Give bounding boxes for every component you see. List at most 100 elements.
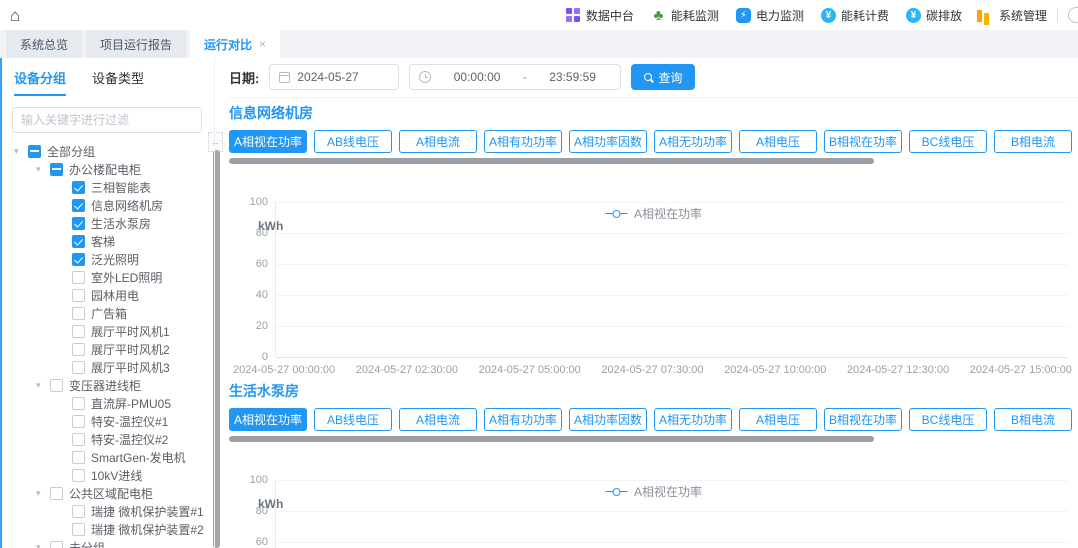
metric-button[interactable]: B相电流 xyxy=(994,408,1072,431)
tree-checkbox[interactable] xyxy=(50,541,63,548)
tree-checkbox[interactable] xyxy=(72,433,85,446)
calendar-icon xyxy=(279,72,290,83)
tree-filter-input[interactable] xyxy=(12,107,202,133)
tree-row[interactable]: 三相智能表 xyxy=(12,178,210,196)
tab-close-icon[interactable] xyxy=(259,37,266,51)
gridline xyxy=(276,326,1068,327)
expand-arrow-icon[interactable] xyxy=(36,542,50,548)
tree-checkbox[interactable] xyxy=(72,307,85,320)
metric-button[interactable]: A相视在功率 xyxy=(229,408,307,431)
metric-button[interactable]: A相电压 xyxy=(739,130,817,153)
metric-button[interactable]: A相功率因数 xyxy=(569,130,647,153)
tree-checkbox[interactable] xyxy=(72,199,85,212)
tree-row[interactable]: 未分组 xyxy=(12,538,210,548)
tree-row[interactable]: 10kV进线 xyxy=(12,466,210,484)
page-tab[interactable]: 项目运行报告 xyxy=(86,30,186,58)
expand-arrow-icon[interactable] xyxy=(36,488,50,499)
metric-button[interactable]: A相功率因数 xyxy=(569,408,647,431)
time-start-value[interactable]: 00:00:00 xyxy=(438,70,516,84)
tree-row[interactable]: 展厅平时风机2 xyxy=(12,340,210,358)
tree-checkbox[interactable] xyxy=(50,487,63,500)
tree-checkbox[interactable] xyxy=(28,145,41,158)
page-tab[interactable]: 系统总览 xyxy=(6,30,82,58)
tree-row[interactable]: 展厅平时风机1 xyxy=(12,322,210,340)
tree-row[interactable]: 信息网络机房 xyxy=(12,196,210,214)
tree-row[interactable]: 办公楼配电柜 xyxy=(12,160,210,178)
metric-button[interactable]: BC线电压 xyxy=(909,130,987,153)
metric-button[interactable]: A相电流 xyxy=(399,130,477,153)
horizontal-scrollbar-thumb[interactable] xyxy=(229,158,874,164)
sidebar-tab[interactable]: 设备类型 xyxy=(92,68,144,96)
tree-checkbox[interactable] xyxy=(72,469,85,482)
tree-row[interactable]: 瑞捷 微机保护装置#1 xyxy=(12,502,210,520)
tree-row[interactable]: 直流屏-PMU05 xyxy=(12,394,210,412)
expand-arrow-icon[interactable] xyxy=(36,164,50,175)
tree-row[interactable]: 泛光照明 xyxy=(12,250,210,268)
metric-button[interactable]: A相无功功率 xyxy=(654,408,732,431)
tree-checkbox[interactable] xyxy=(72,415,85,428)
tree-row[interactable]: 瑞捷 微机保护装置#2 xyxy=(12,520,210,538)
horizontal-scrollbar[interactable] xyxy=(229,158,1078,164)
top-menu-item[interactable]: 系统管理 xyxy=(979,7,1047,24)
user-avatar[interactable] xyxy=(1068,7,1078,23)
home-icon[interactable] xyxy=(10,7,20,24)
tree-node-label: 全部分组 xyxy=(47,143,95,160)
tree-checkbox[interactable] xyxy=(72,361,85,374)
top-menu-item[interactable]: 能耗监测 xyxy=(651,7,719,24)
tree-row[interactable]: 公共区域配电柜 xyxy=(12,484,210,502)
tree-row[interactable]: SmartGen-发电机 xyxy=(12,448,210,466)
metric-button[interactable]: A相电压 xyxy=(739,408,817,431)
tree-checkbox[interactable] xyxy=(72,217,85,230)
tree-row[interactable]: 展厅平时风机3 xyxy=(12,358,210,376)
expand-arrow-icon[interactable] xyxy=(14,146,28,157)
metric-button[interactable]: A相有功功率 xyxy=(484,408,562,431)
metric-button[interactable]: A相电流 xyxy=(399,408,477,431)
tree-checkbox[interactable] xyxy=(72,181,85,194)
tree-checkbox[interactable] xyxy=(50,163,63,176)
tree-row[interactable]: 客梯 xyxy=(12,232,210,250)
tree-checkbox[interactable] xyxy=(72,343,85,356)
tree-checkbox[interactable] xyxy=(72,253,85,266)
horizontal-scrollbar[interactable] xyxy=(229,436,1078,442)
tree-checkbox[interactable] xyxy=(72,235,85,248)
tree-checkbox[interactable] xyxy=(72,325,85,338)
top-menu-item[interactable]: 电力监测 xyxy=(736,7,804,24)
metric-button[interactable]: A相视在功率 xyxy=(229,130,307,153)
menu-item-icon xyxy=(979,8,994,23)
metric-button[interactable]: B相电流 xyxy=(994,130,1072,153)
metric-button[interactable]: B相视在功率 xyxy=(824,130,902,153)
page-tab[interactable]: 运行对比 xyxy=(190,30,280,58)
tree-row[interactable]: 变压器进线柜 xyxy=(12,376,210,394)
metric-button[interactable]: AB线电压 xyxy=(314,408,392,431)
y-tick-label: 20 xyxy=(230,320,268,332)
tree-checkbox[interactable] xyxy=(72,505,85,518)
tree-checkbox[interactable] xyxy=(50,379,63,392)
tree-checkbox[interactable] xyxy=(72,289,85,302)
tree-row[interactable]: 特安-温控仪#1 xyxy=(12,412,210,430)
tree-row[interactable]: 生活水泵房 xyxy=(12,214,210,232)
sidebar-tab[interactable]: 设备分组 xyxy=(14,68,66,96)
metric-button[interactable]: A相无功功率 xyxy=(654,130,732,153)
top-menu-item[interactable]: 数据中台 xyxy=(566,7,634,24)
horizontal-scrollbar-thumb[interactable] xyxy=(229,436,874,442)
time-end-value[interactable]: 23:59:59 xyxy=(534,70,612,84)
metric-button[interactable]: A相有功功率 xyxy=(484,130,562,153)
tree-row[interactable]: 特安-温控仪#2 xyxy=(12,430,210,448)
tree-checkbox[interactable] xyxy=(72,523,85,536)
tree-checkbox[interactable] xyxy=(72,271,85,284)
query-button[interactable]: 查询 xyxy=(631,64,695,90)
tree-row[interactable]: 园林用电 xyxy=(12,286,210,304)
top-menu-item[interactable]: 碳排放 xyxy=(906,7,962,24)
tree-checkbox[interactable] xyxy=(72,451,85,464)
metric-button[interactable]: BC线电压 xyxy=(909,408,987,431)
metric-button[interactable]: B相视在功率 xyxy=(824,408,902,431)
expand-arrow-icon[interactable] xyxy=(36,380,50,391)
tree-row[interactable]: 广告箱 xyxy=(12,304,210,322)
metric-button[interactable]: AB线电压 xyxy=(314,130,392,153)
date-picker[interactable]: 2024-05-27 xyxy=(269,64,399,90)
top-menu-item[interactable]: 能耗计费 xyxy=(821,7,889,24)
time-range-picker[interactable]: 00:00:00 - 23:59:59 xyxy=(409,64,621,90)
tree-row[interactable]: 全部分组 xyxy=(12,142,210,160)
tree-row[interactable]: 室外LED照明 xyxy=(12,268,210,286)
tree-checkbox[interactable] xyxy=(72,397,85,410)
